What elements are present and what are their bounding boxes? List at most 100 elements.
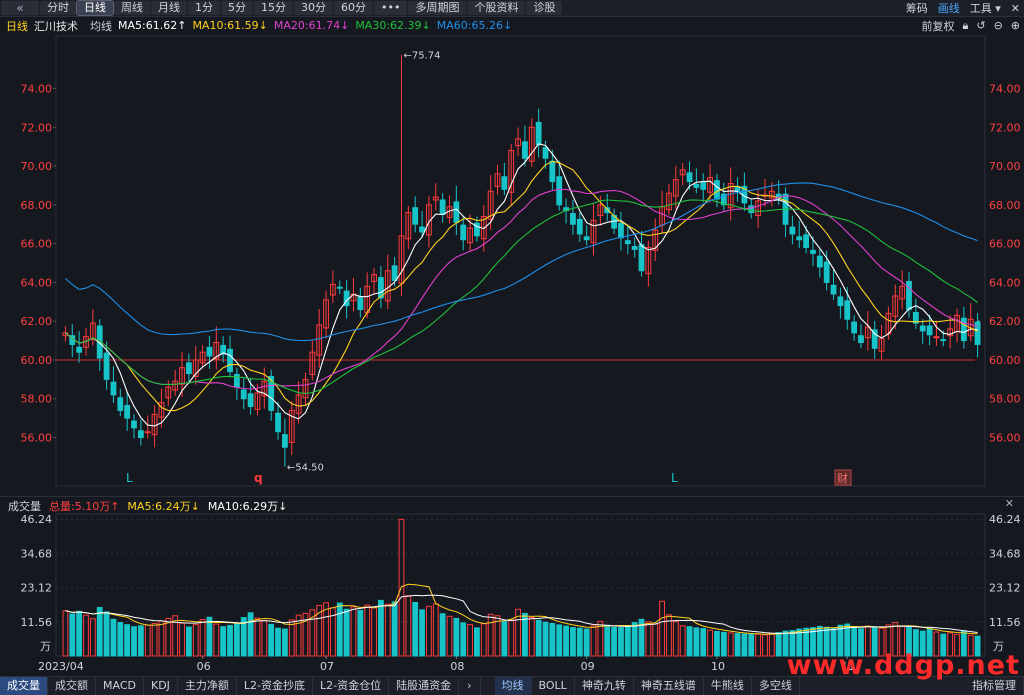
candle-body xyxy=(940,339,947,342)
volume-bar xyxy=(192,624,199,657)
volume-bar xyxy=(686,626,693,657)
candle-body xyxy=(803,234,810,248)
volume-bar xyxy=(693,627,700,657)
candlestick-chart[interactable]: ◂ 74.00 74.00 72.00 72.00 70.00 70.00 68.00 68.… xyxy=(0,0,1024,694)
candle-body xyxy=(549,160,556,183)
volume-bar xyxy=(336,602,343,657)
volume-bar xyxy=(618,627,624,657)
volume-bar xyxy=(727,632,734,657)
candle-body xyxy=(144,431,151,434)
volume-bar xyxy=(549,622,556,657)
indicator-tab-0[interactable]: 成交量 xyxy=(0,677,48,695)
volume-tick-label-right: 23.12 xyxy=(989,582,1021,595)
volume-bar xyxy=(233,622,240,657)
candle-body xyxy=(583,236,590,241)
candles xyxy=(62,54,981,467)
candle-body xyxy=(844,300,851,320)
volume-bar xyxy=(323,602,329,657)
volume-bar xyxy=(220,626,227,657)
ma5-line xyxy=(65,143,978,427)
volume-tick-label-left: 23.12 xyxy=(21,582,53,595)
candle-body xyxy=(960,317,967,342)
volume-close-icon[interactable]: ✕ xyxy=(1005,497,1014,510)
indicator-tab-10[interactable]: 神奇九转 xyxy=(575,677,634,695)
volume-bar xyxy=(151,622,158,657)
volume-bar xyxy=(275,627,281,657)
candle-body xyxy=(419,226,425,233)
volume-bar xyxy=(405,595,412,657)
volume-bar xyxy=(76,610,83,657)
candle-body xyxy=(926,325,933,336)
candle-body xyxy=(693,183,700,188)
indicator-tab-1[interactable]: 成交额 xyxy=(48,677,96,695)
candle-body xyxy=(576,218,583,235)
volume-bar xyxy=(110,618,117,657)
date-label: 09 xyxy=(581,660,595,673)
candle-body xyxy=(556,176,563,206)
indicator-tab-2[interactable]: MACD xyxy=(96,677,144,695)
candle-body xyxy=(522,141,528,159)
volume-bar xyxy=(137,625,144,657)
indicator-tab-5[interactable]: L2-资金抄底 xyxy=(237,677,314,695)
volume-bar xyxy=(371,607,377,657)
price-tick-label-left: 66.00 xyxy=(21,238,53,251)
volume-bar xyxy=(89,618,96,657)
volume-bar xyxy=(165,617,172,657)
candle-body xyxy=(76,346,83,353)
candle-body xyxy=(453,201,460,223)
candle-body xyxy=(412,207,419,225)
volume-bar xyxy=(124,624,131,657)
indicator-tab-9[interactable]: BOLL xyxy=(532,677,575,695)
candle-body xyxy=(137,430,144,439)
volume-title: 成交量 xyxy=(8,499,41,513)
volume-bar xyxy=(535,619,542,657)
indicator-tab-4[interactable]: 主力净额 xyxy=(178,677,237,695)
volume-bar xyxy=(343,608,350,657)
volume-bar xyxy=(261,620,268,657)
volume-bar xyxy=(412,601,419,657)
ma10-line xyxy=(65,160,978,412)
volume-bar xyxy=(227,625,233,657)
volume-bar xyxy=(439,613,446,657)
indicator-tab-3[interactable]: KDJ xyxy=(144,677,178,695)
volume-bar xyxy=(69,613,76,657)
volume-bar xyxy=(590,625,597,657)
price-tick-label-right: 74.00 xyxy=(989,82,1021,95)
volume-bar xyxy=(659,600,665,657)
volume-bar xyxy=(528,617,535,657)
candle-body xyxy=(110,381,117,396)
indicator-tab-12[interactable]: 牛熊线 xyxy=(704,677,752,695)
candle-body xyxy=(227,348,233,373)
low-price-label: ←54.50 xyxy=(287,463,324,474)
price-tick-label-left: 68.00 xyxy=(21,199,53,212)
volume-bar xyxy=(762,634,768,657)
candle-body xyxy=(810,249,816,254)
volume-bar xyxy=(179,622,185,657)
candle-body xyxy=(638,244,645,272)
candle-body xyxy=(185,362,192,375)
candle-body xyxy=(103,352,110,380)
candle-body xyxy=(501,176,508,190)
date-label: 2023/04 xyxy=(38,660,84,673)
volume-tick-label-right: 34.68 xyxy=(989,547,1021,560)
indicator-tab-8[interactable]: 均线 xyxy=(494,677,532,695)
indicator-tab-7[interactable]: 陆股通资金 xyxy=(389,677,460,695)
volume-bar xyxy=(254,617,261,657)
volume-bar xyxy=(419,609,425,657)
volume-bar xyxy=(631,622,638,657)
volume-bar xyxy=(563,625,569,657)
date-axis: 2023/04 06 07 08 09 10 11 xyxy=(38,656,855,673)
tabs-scroll-right-icon[interactable]: › xyxy=(459,677,481,695)
volume-bar xyxy=(679,625,686,657)
indicator-tab-6[interactable]: L2-资金仓位 xyxy=(313,677,390,695)
volume-tick-label-right: 46.24 xyxy=(989,513,1021,526)
volume-bar xyxy=(158,620,165,657)
price-tick-label-left: 72.00 xyxy=(21,121,53,134)
candle-body xyxy=(357,296,364,311)
indicator-tab-11[interactable]: 神奇五线谱 xyxy=(634,677,704,695)
date-label: 06 xyxy=(197,660,211,673)
high-price-label: ←75.74 xyxy=(403,51,440,62)
price-tick-label-right: 70.00 xyxy=(989,160,1021,173)
volume-bar xyxy=(775,632,782,657)
candle-body xyxy=(686,172,693,183)
